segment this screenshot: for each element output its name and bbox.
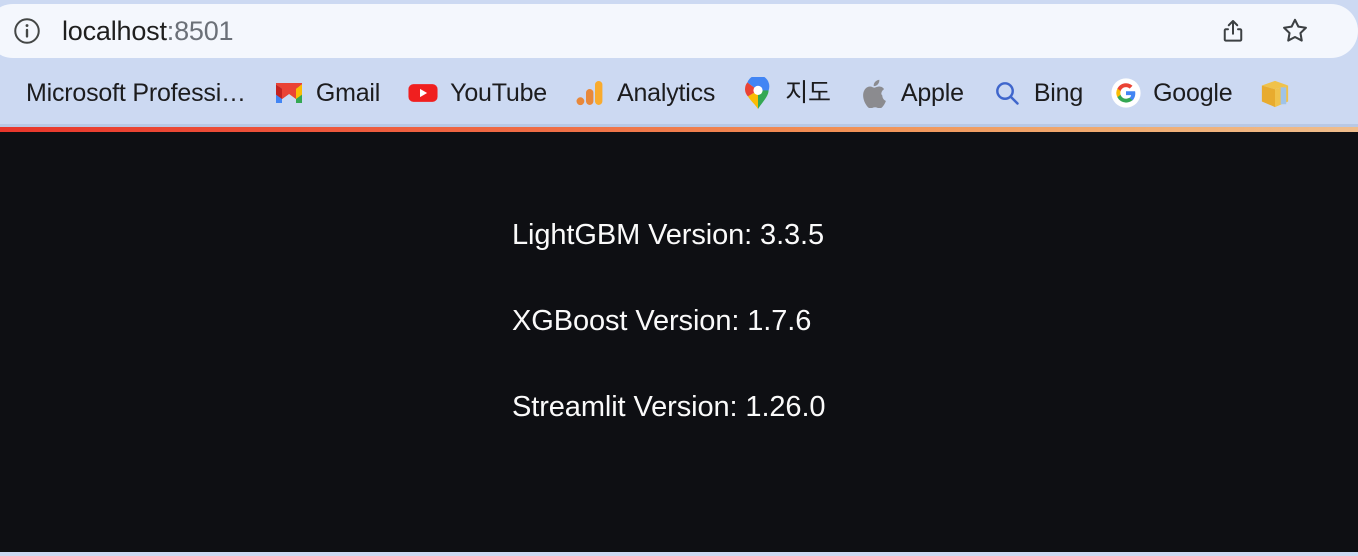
omnibox-actions [1216,14,1358,48]
bookmark-youtube[interactable]: YouTube [394,74,561,112]
google-maps-icon [743,77,773,109]
bookmark-label: YouTube [450,78,547,107]
omnibox-row: localhost:8501 [0,0,1358,62]
bookmark-gmail[interactable]: Gmail [260,74,394,112]
share-icon[interactable] [1216,14,1250,48]
url-host: localhost [62,15,167,46]
xgboost-version-text: XGBoost Version: 1.7.6 [512,304,812,337]
box-icon [1260,78,1290,108]
bookmark-microsoft-professional[interactable]: Microsoft Professi… [12,77,260,110]
youtube-icon [408,78,438,108]
bookmark-maps[interactable]: 지도 [729,74,845,112]
bookmark-label: Microsoft Professi… [26,78,246,107]
gmail-icon [274,78,304,108]
bing-search-icon [992,78,1022,108]
url-port: :8501 [166,15,234,46]
bookmark-bing[interactable]: Bing [978,74,1097,112]
bookmark-apple[interactable]: Apple [845,74,978,112]
info-circle-icon[interactable] [12,16,42,46]
bookmark-google[interactable]: Google [1097,74,1246,112]
apple-icon [859,78,889,108]
bookmark-box[interactable] [1246,74,1316,112]
bookmark-star-icon[interactable] [1278,14,1312,48]
lightgbm-version-text: LightGBM Version: 3.3.5 [512,219,825,251]
bookmark-label: Analytics [617,78,716,107]
bookmark-label: Apple [900,78,964,107]
bookmark-label: Google [1153,78,1233,107]
bookmarks-bar: Microsoft Professi… Gmail YouTube Analyt… [0,62,1358,124]
url-text[interactable]: localhost:8501 [62,15,234,47]
google-analytics-icon [575,78,605,108]
browser-chrome: localhost:8501 Microsoft Professi… Gmail… [0,0,1358,127]
bookmark-label: 지도 [785,78,831,107]
google-g-icon [1111,78,1141,108]
app-main-content: LightGBM Version: 3.3.5 XGBoost Version:… [0,132,1358,424]
streamlit-app-viewport: LightGBM Version: 3.3.5 XGBoost Version:… [0,127,1358,552]
streamlit-version-text: Streamlit Version: 1.26.0 [512,390,826,423]
bookmark-label: Gmail [315,78,381,107]
bookmark-analytics[interactable]: Analytics [561,74,729,112]
bookmark-label: Bing [1033,78,1084,107]
address-bar[interactable]: localhost:8501 [0,4,1358,58]
